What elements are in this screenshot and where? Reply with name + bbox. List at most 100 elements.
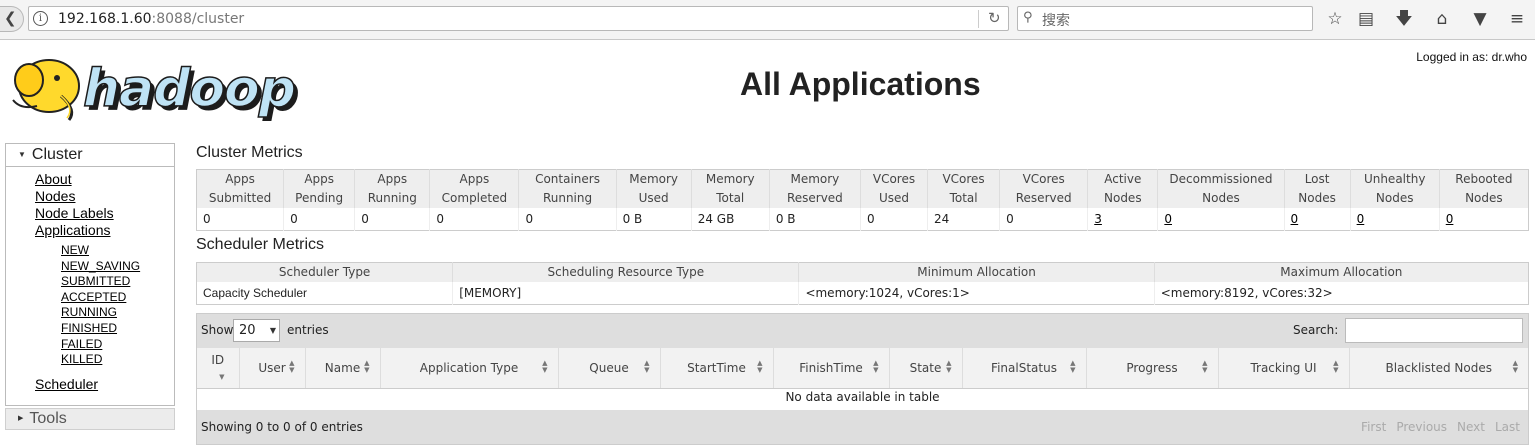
cluster-metrics-title: Cluster Metrics bbox=[196, 144, 303, 161]
sidebar-state-failed[interactable]: FAILED bbox=[61, 337, 140, 353]
column-header-blacklisted-nodes[interactable]: Blacklisted Nodes ▲ ▼ bbox=[1348, 348, 1528, 389]
sidebar-state-accepted[interactable]: ACCEPTED bbox=[61, 290, 140, 306]
sidebar-state-finished[interactable]: FINISHED bbox=[61, 321, 140, 337]
metric-header-line: Memory bbox=[705, 172, 755, 186]
cluster-metrics-table: Apps Submitted Apps Pending Apps Running Apps C… bbox=[196, 169, 1529, 231]
sidebar-item-applications[interactable]: Applications bbox=[35, 222, 114, 239]
hadoop-elephant-logo-icon: hadoop hadoop bbox=[12, 58, 300, 123]
sort-descending-icon: ▼ bbox=[219, 373, 225, 381]
pager-next-button[interactable]: Next bbox=[1457, 420, 1485, 434]
sort-both-icon: ▲ ▼ bbox=[1202, 359, 1208, 374]
metric-header-line: Nodes bbox=[1375, 191, 1414, 205]
reading-list-icon[interactable]: ▤ bbox=[1355, 8, 1377, 30]
column-header-application-type[interactable]: Application Type ▲ ▼ bbox=[379, 348, 558, 389]
sort-both-icon: ▲ ▼ bbox=[757, 359, 763, 374]
sidebar-state-new-saving[interactable]: NEW_SAVING bbox=[61, 259, 140, 275]
table-search-input[interactable] bbox=[1345, 318, 1523, 343]
scheduler-header-scheduler-type: Scheduler Type bbox=[196, 262, 453, 282]
back-button[interactable]: ❮ bbox=[0, 6, 24, 32]
metric-header-line: Apps bbox=[459, 172, 490, 186]
column-header-progress[interactable]: Progress ▲ ▼ bbox=[1085, 348, 1218, 389]
column-header-name[interactable]: Name ▲ ▼ bbox=[304, 348, 380, 389]
svg-text:hadoop: hadoop bbox=[83, 59, 295, 119]
column-header-label: Blacklisted Nodes bbox=[1385, 360, 1492, 375]
metric-value-memory-total: 24 GB bbox=[690, 208, 770, 230]
metric-header-line: Apps bbox=[377, 172, 408, 186]
column-header-tracking-ui[interactable]: Tracking UI ▲ ▼ bbox=[1217, 348, 1349, 389]
scheduler-metrics-title: Scheduler Metrics bbox=[196, 236, 325, 253]
page-length-select[interactable]: 20 ▼ bbox=[233, 319, 280, 342]
sidebar-tools-header[interactable]: ▶ Tools bbox=[5, 408, 175, 430]
show-label: Show bbox=[201, 323, 234, 337]
metric-value-apps-pending: 0 bbox=[283, 208, 355, 230]
bookmark-star-icon[interactable]: ☆ bbox=[1324, 8, 1346, 30]
sidebar-item-scheduler[interactable]: Scheduler bbox=[35, 376, 98, 393]
metric-value-lost-nodes-link[interactable]: 0 bbox=[1291, 212, 1299, 226]
column-header-finishtime[interactable]: FinishTime ▲ ▼ bbox=[772, 348, 889, 389]
browser-search-placeholder: 搜索 bbox=[1042, 13, 1070, 29]
metric-value-active-nodes-link[interactable]: 3 bbox=[1094, 212, 1102, 226]
metric-header-line: Pending bbox=[295, 191, 344, 205]
metric-value-rebooted-nodes-link[interactable]: 0 bbox=[1446, 212, 1454, 226]
sidebar-item-about[interactable]: About bbox=[35, 171, 114, 188]
column-header-label: FinishTime bbox=[799, 360, 863, 375]
sidebar-cluster-header[interactable]: ▼ Cluster bbox=[6, 144, 174, 167]
browser-toolbar: ❮ i 192.168.1.60:8088/cluster ↻ ⚲ 搜索 ☆ ▤… bbox=[0, 0, 1535, 40]
site-info-icon[interactable]: i bbox=[33, 11, 48, 26]
sidebar-state-new[interactable]: NEW bbox=[61, 243, 140, 259]
sidebar-state-killed[interactable]: KILLED bbox=[61, 352, 140, 368]
sidebar-state-running[interactable]: RUNNING bbox=[61, 305, 140, 321]
browser-search-box[interactable]: ⚲ 搜索 bbox=[1017, 6, 1313, 31]
metric-value-unhealthy-nodes-link[interactable]: 0 bbox=[1357, 212, 1365, 226]
url-host: 192.168.1.60 bbox=[58, 11, 152, 27]
metric-header-active-nodes: Active Nodes bbox=[1087, 169, 1158, 208]
metric-header-line: Lost bbox=[1304, 172, 1330, 186]
home-icon[interactable]: ⌂ bbox=[1431, 8, 1453, 30]
sidebar-item-nodes[interactable]: Nodes bbox=[35, 188, 114, 205]
pager-last-button[interactable]: Last bbox=[1495, 420, 1520, 434]
metric-header-line: Active bbox=[1104, 172, 1142, 186]
metric-header-line: Unhealthy bbox=[1363, 172, 1426, 186]
sort-both-icon: ▲ ▼ bbox=[289, 359, 295, 374]
sidebar-tools-label: Tools bbox=[29, 410, 67, 428]
metric-header-memory-used: Memory Used bbox=[615, 169, 692, 208]
sort-both-icon: ▲ ▼ bbox=[1512, 359, 1518, 374]
metric-header-line: VCores bbox=[1022, 172, 1065, 186]
metric-header-line: Running bbox=[367, 191, 417, 205]
metric-header-line: VCores bbox=[872, 172, 916, 186]
menu-icon[interactable]: ≡ bbox=[1506, 8, 1528, 30]
pocket-icon[interactable]: ▼ bbox=[1469, 8, 1491, 30]
column-header-starttime[interactable]: StartTime ▲ ▼ bbox=[659, 348, 773, 389]
table-search-label: Search: bbox=[1293, 323, 1339, 337]
metric-header-vcores-total: VCores Total bbox=[927, 169, 1000, 208]
metric-header-line: Decommissioned bbox=[1169, 172, 1273, 186]
scheduler-value-minimum-allocation: <memory:1024, vCores:1> bbox=[798, 282, 1155, 304]
column-header-state[interactable]: State ▲ ▼ bbox=[888, 348, 962, 389]
metric-header-line: Containers bbox=[535, 172, 600, 186]
scheduler-header-minimum-allocation: Minimum Allocation bbox=[798, 262, 1155, 282]
metric-value-decommissioned-nodes-link[interactable]: 0 bbox=[1164, 212, 1172, 226]
metric-value-apps-submitted: 0 bbox=[196, 208, 284, 230]
column-header-finalstatus[interactable]: FinalStatus ▲ ▼ bbox=[961, 348, 1086, 389]
download-icon[interactable]: 🡇 bbox=[1393, 8, 1415, 30]
column-header-label: StartTime bbox=[687, 360, 746, 375]
pager-previous-button[interactable]: Previous bbox=[1396, 420, 1447, 434]
metric-header-apps-pending: Apps Pending bbox=[283, 169, 355, 208]
metric-header-line: Rebooted bbox=[1455, 172, 1513, 186]
address-bar[interactable]: i 192.168.1.60:8088/cluster ↻ bbox=[28, 6, 1009, 31]
sidebar-state-submitted[interactable]: SUBMITTED bbox=[61, 274, 140, 290]
column-header-queue[interactable]: Queue ▲ ▼ bbox=[557, 348, 660, 389]
sidebar-item-node-labels[interactable]: Node Labels bbox=[35, 205, 114, 222]
metric-header-apps-running: Apps Running bbox=[354, 169, 430, 208]
collapsed-triangle-icon: ▶ bbox=[18, 415, 24, 422]
page-title: All Applications bbox=[740, 66, 981, 102]
sidebar-cluster-label: Cluster bbox=[31, 146, 83, 164]
metric-value-memory-reserved: 0 B bbox=[768, 208, 861, 230]
reload-icon[interactable]: ↻ bbox=[988, 9, 1001, 27]
pager-first-button[interactable]: First bbox=[1361, 420, 1386, 434]
column-header-id[interactable]: ID ▼ bbox=[197, 348, 239, 389]
column-header-user[interactable]: User ▲ ▼ bbox=[238, 348, 305, 389]
expanded-triangle-icon: ▼ bbox=[18, 150, 26, 159]
metric-header-line: Submitted bbox=[208, 191, 272, 205]
metric-header-line: Nodes bbox=[1465, 191, 1503, 205]
